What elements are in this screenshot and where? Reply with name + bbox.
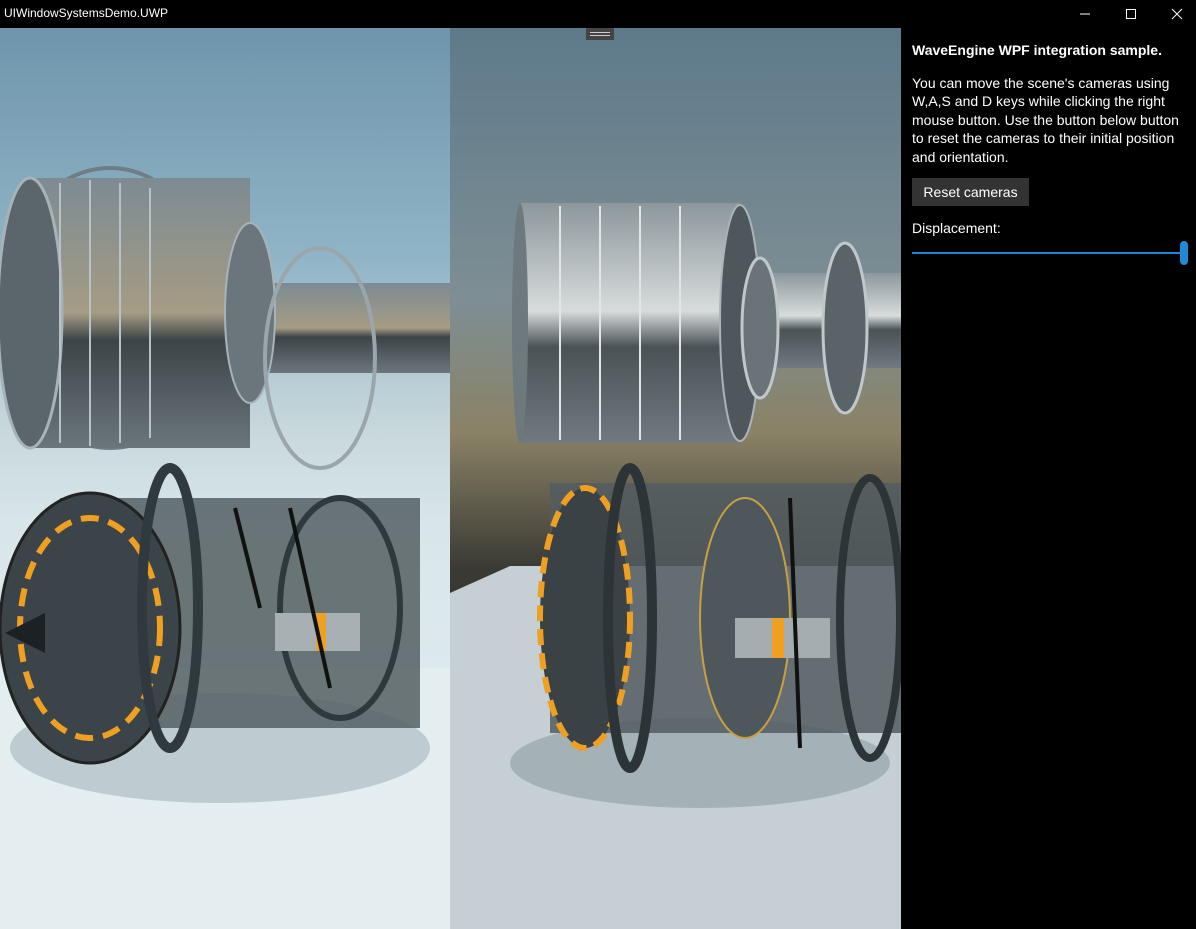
engine-core <box>537 463 901 773</box>
splitter-handle[interactable] <box>586 28 614 40</box>
displacement-slider-thumb[interactable] <box>1180 241 1188 265</box>
left-scene-render <box>0 28 450 929</box>
reset-cameras-button[interactable]: Reset cameras <box>912 178 1029 206</box>
engine-core <box>0 463 420 765</box>
close-button[interactable] <box>1154 0 1196 28</box>
minimize-button[interactable] <box>1062 0 1108 28</box>
displacement-label: Displacement: <box>912 220 1001 236</box>
title-bar: UIWindowSystemsDemo.UWP <box>0 0 1196 28</box>
displacement-slider[interactable] <box>912 252 1182 254</box>
panel-description: You can move the scene's cameras using W… <box>912 75 1179 165</box>
control-panel: WaveEngine WPF integration sample. You c… <box>901 28 1196 929</box>
right-camera-viewport[interactable] <box>450 28 901 929</box>
close-icon <box>1171 8 1183 20</box>
maximize-icon <box>1126 9 1136 19</box>
minimize-icon <box>1080 13 1090 15</box>
panel-heading: WaveEngine WPF integration sample. <box>912 42 1162 58</box>
grip-line <box>590 35 610 36</box>
left-camera-viewport[interactable] <box>0 28 450 929</box>
window-title: UIWindowSystemsDemo.UWP <box>4 6 169 20</box>
maximize-button[interactable] <box>1108 0 1154 28</box>
grip-line <box>590 32 610 33</box>
right-scene-render <box>450 28 901 929</box>
